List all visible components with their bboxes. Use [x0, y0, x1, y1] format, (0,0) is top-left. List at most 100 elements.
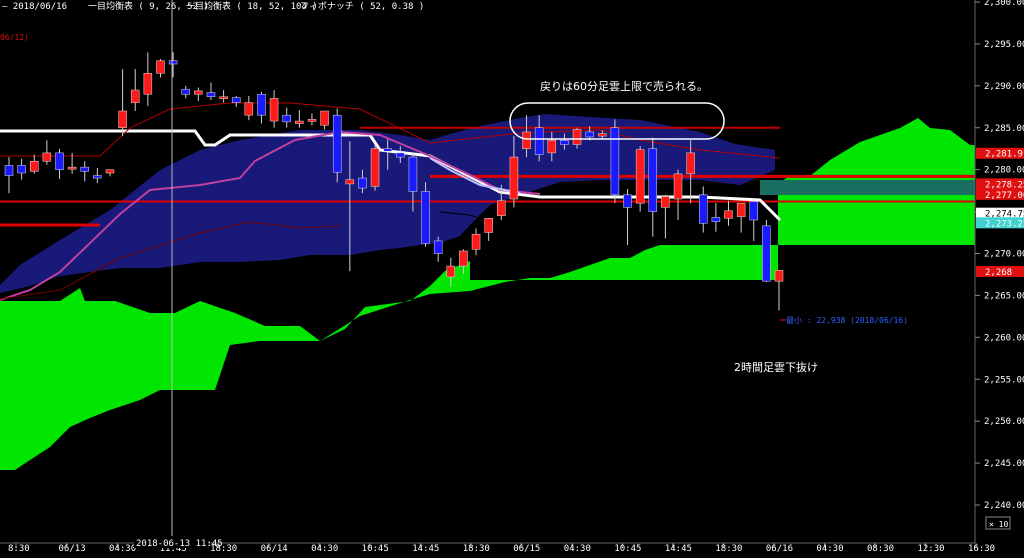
time-tick-label: 04:30 [311, 544, 338, 554]
candle-body [206, 92, 216, 97]
price-tick-label: 2,285.00 [984, 124, 1024, 134]
candle-body [762, 225, 771, 282]
candle-body [320, 110, 329, 126]
candle-body [585, 131, 594, 138]
candle-body [219, 96, 228, 99]
header-date: – 2018/06/16 [2, 2, 67, 12]
price-chart[interactable]: 戻りは60分足雲上限で売られる。 2時間足雲下抜け 最小 : 22,938 (2… [0, 0, 1024, 554]
candle-body [194, 90, 203, 95]
price-tick-label: 2,280.00 [984, 166, 1024, 176]
candle-body [686, 152, 695, 175]
candle-body [635, 149, 645, 204]
time-tick-label: 10:45 [614, 544, 641, 554]
candle-body [421, 191, 430, 244]
time-tick-label: 06/16 [766, 544, 793, 554]
time-tick-label: 12:30 [917, 544, 944, 554]
candle-body [29, 161, 39, 172]
candle-body [699, 194, 708, 224]
price-tick-label: 2,265.00 [984, 291, 1024, 301]
candle-body [572, 129, 582, 145]
cursor-time-label: 2018-06-13 11:45 [136, 539, 223, 549]
candle-body [673, 173, 683, 200]
candle-body [345, 179, 355, 185]
candle-body [711, 217, 721, 222]
candle-body [67, 166, 77, 170]
candle-body [143, 73, 153, 95]
candle-body [661, 196, 670, 208]
candle-body [598, 133, 607, 137]
time-tick-label: 18:30 [463, 544, 490, 554]
time-tick-label: 14:45 [412, 544, 439, 554]
candle-body [433, 240, 443, 254]
candle-body [497, 200, 506, 217]
time-tick-label: 06/14 [261, 544, 288, 554]
price-label-text: 2,281.91 [985, 150, 1024, 160]
low-label: 最小 : 22,938 (2018/06/16) [786, 316, 908, 325]
time-tick-label: 06/13 [59, 544, 86, 554]
price-tick-label: 2,300.00 [984, 0, 1024, 8]
chart-container: 戻りは60分足雲上限で売られる。 2時間足雲下抜け 最小 : 22,938 (2… [0, 0, 1024, 554]
price-label-text: 2,277.00 [985, 191, 1024, 201]
time-tick-label: 08:30 [867, 544, 894, 554]
zoom-label: × 10 [989, 520, 1008, 529]
price-tick-label: 2,245.00 [984, 459, 1024, 469]
annotation-bottom: 2時間足雲下抜け [734, 360, 818, 374]
price-tick-label: 2,290.00 [984, 82, 1024, 92]
candle-body [610, 127, 620, 196]
time-tick-label: 18:30 [715, 544, 742, 554]
candle-body [774, 270, 784, 282]
candle-body [560, 140, 569, 145]
time-tick-label: 14:45 [665, 544, 692, 554]
price-tick-label: 2,240.00 [984, 501, 1024, 511]
candle-body [648, 148, 658, 212]
time-tick-label: 16:30 [968, 544, 995, 554]
candle-body [231, 97, 241, 103]
candle-body [749, 201, 759, 221]
candle-body [80, 166, 89, 172]
candle-body [547, 140, 557, 154]
candle-body [17, 165, 26, 174]
candle-body [257, 93, 266, 116]
candle-body [244, 102, 254, 116]
candle-body [522, 131, 531, 149]
candle-body [459, 250, 468, 267]
price-label-text: 2,268 [985, 268, 1012, 278]
candle-body [181, 88, 190, 95]
candle-body [358, 177, 367, 189]
candle-body [396, 152, 405, 158]
time-tick-label: 04:30 [816, 544, 843, 554]
candle-body [307, 119, 317, 122]
candle-body [118, 110, 127, 128]
candle-body [383, 148, 392, 152]
candle-body [724, 210, 733, 219]
header-corner-label: 06/12) [0, 33, 29, 42]
candle-body [471, 233, 481, 250]
cloud-teal-band [760, 180, 975, 195]
price-tick-label: 2,250.00 [984, 417, 1024, 427]
candle-body [93, 175, 102, 179]
candle-body [42, 152, 52, 162]
candle-body [55, 152, 64, 170]
candle-body [332, 114, 342, 173]
candle-body [736, 202, 746, 217]
time-tick-label: 10:45 [362, 544, 389, 554]
time-tick-label: 04:30 [564, 544, 591, 554]
candle-body [269, 98, 279, 122]
header-ichimoku-2: 一目均衡表 ( 18, 52, 104 ) [186, 0, 318, 12]
candle-body [623, 194, 632, 208]
candle-body [156, 60, 165, 74]
candle-body [534, 127, 544, 155]
header-fibonacci: フィボナッチ ( 52, 0.38 ) [300, 1, 424, 12]
candle-body [130, 89, 140, 103]
candle-body [370, 148, 380, 187]
price-tick-label: 2,260.00 [984, 333, 1024, 343]
candle-body [509, 156, 519, 200]
price-label-text: 2,273.25 [985, 219, 1024, 229]
candle-body [295, 120, 304, 124]
candle-body [446, 265, 456, 278]
candle-body [484, 218, 493, 233]
price-tick-label: 2,295.00 [984, 40, 1024, 50]
annotation-top: 戻りは60分足雲上限で売られる。 [540, 80, 708, 93]
candle-body [168, 60, 178, 65]
candle-body [105, 169, 115, 174]
